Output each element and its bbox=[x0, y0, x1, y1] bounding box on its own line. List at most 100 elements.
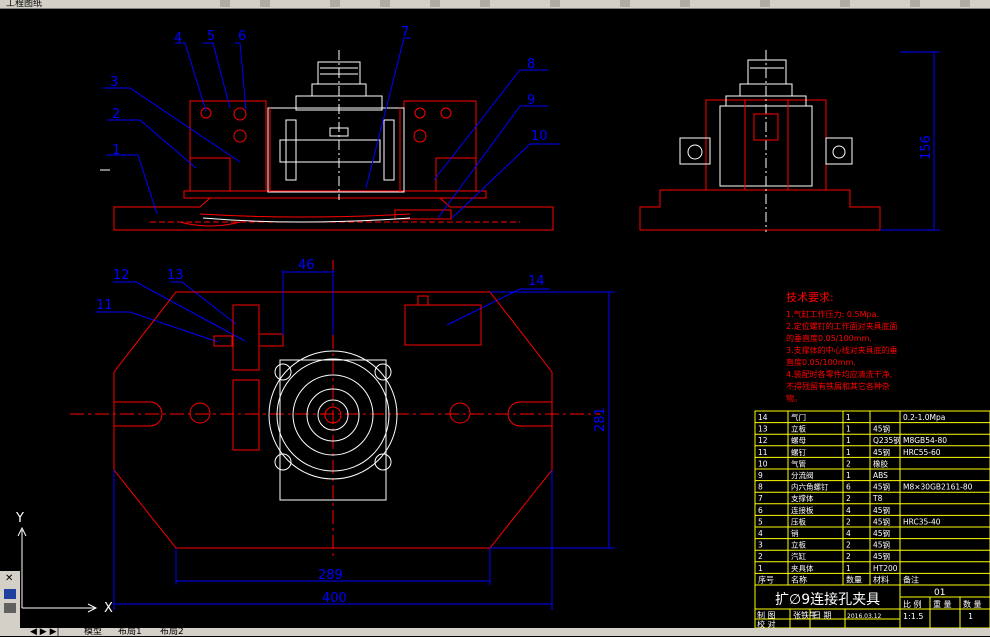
bom-cell: 45钢 bbox=[873, 424, 890, 434]
bom-cell: 4 bbox=[846, 529, 851, 538]
bom-cell: HRC35-40 bbox=[903, 517, 941, 526]
bom-header: 数量 bbox=[846, 574, 862, 584]
bom-cell: 6 bbox=[846, 483, 851, 492]
tech-line: 直度0.05/100mm. bbox=[786, 357, 856, 367]
qty-label: 数 量 bbox=[963, 599, 982, 609]
bom-cell: 1 bbox=[846, 471, 851, 480]
tech-line: 1.气缸工作压力: 0.5Mpa. bbox=[786, 309, 879, 319]
toolbar-button[interactable] bbox=[960, 0, 970, 7]
bom-cell: 分流阀 bbox=[791, 470, 814, 480]
bom-cell: 2 bbox=[758, 552, 763, 561]
tech-line: 3.支撑体的中心线对夹具底的垂 bbox=[786, 345, 898, 355]
callout-2: 2 bbox=[112, 107, 120, 122]
bom-cell: 2 bbox=[846, 459, 851, 468]
bom-cell: 45钢 bbox=[873, 505, 890, 515]
toolbar-button[interactable] bbox=[380, 0, 390, 7]
floating-toolbar[interactable]: ✕ bbox=[0, 571, 20, 628]
ucs-icon: Y X bbox=[15, 511, 113, 616]
callout-13: 13 bbox=[167, 268, 184, 283]
tool-icon[interactable] bbox=[4, 603, 16, 613]
bom-cell: 9 bbox=[758, 471, 763, 480]
title-block-text: 扩∅9连接孔夹具 01 比 例 重 量 数 量 1:1.5 1 制 图 张铁牛 … bbox=[757, 588, 982, 628]
toolbar-button[interactable] bbox=[550, 0, 560, 7]
callout-6: 6 bbox=[238, 29, 246, 44]
bom-cell: 内六角螺钉 bbox=[791, 482, 829, 492]
bom-cell: 45钢 bbox=[873, 551, 890, 561]
tech-line: 的垂直度0.05/100mm. bbox=[786, 333, 872, 343]
callout-14: 14 bbox=[528, 274, 545, 289]
bom-cell: 2 bbox=[846, 541, 851, 550]
bom-cell: 连接板 bbox=[791, 505, 814, 515]
bom-cell: 橡胶 bbox=[873, 458, 888, 468]
scale-value: 1:1.5 bbox=[903, 612, 924, 621]
bom-header: 名称 bbox=[791, 574, 807, 584]
bom-cell: 13 bbox=[758, 425, 768, 434]
drawing-name: 扩∅9连接孔夹具 bbox=[775, 591, 880, 608]
cad-toolbar: 工程图纸 bbox=[0, 0, 990, 9]
callout-7: 7 bbox=[401, 25, 409, 40]
bom-cell: 立板 bbox=[791, 540, 806, 550]
toolbar-button[interactable] bbox=[480, 0, 490, 7]
bom-cell: HT200 bbox=[873, 564, 898, 573]
dim-400: 400 bbox=[322, 591, 347, 606]
bom-cell: ABS bbox=[873, 471, 888, 480]
toolbar-button[interactable] bbox=[840, 0, 850, 7]
bom-cell: 11 bbox=[758, 448, 768, 457]
callout-4: 4 bbox=[174, 31, 182, 46]
tech-requirements: 技术要求: 1.气缸工作压力: 0.5Mpa. 2.定位螺钉的工作面对夹具底面 … bbox=[786, 291, 898, 403]
bom-cell: 夹具体 bbox=[791, 563, 814, 573]
bom-cell: 45钢 bbox=[873, 447, 890, 457]
bom-cell: Q235钢 bbox=[873, 435, 901, 445]
bom-cell: 1 bbox=[846, 413, 851, 422]
callout-1: 1 bbox=[112, 143, 120, 158]
tab-nav-arrows[interactable]: ◀ ▶ ▶| bbox=[30, 628, 60, 637]
bom-cell: 45钢 bbox=[873, 540, 890, 550]
bom-cell: 压板 bbox=[791, 516, 806, 526]
callout-8: 8 bbox=[527, 57, 535, 72]
bom-cell: 2 bbox=[846, 552, 851, 561]
toolbar-button[interactable] bbox=[260, 0, 270, 7]
layout-tabs: ◀ ▶ ▶| 模型 布局1 布局2 bbox=[0, 628, 990, 637]
bom-cell: 6 bbox=[758, 506, 763, 515]
bom-cell: 1 bbox=[846, 448, 851, 457]
tab-layout1[interactable]: 布局1 bbox=[118, 628, 142, 637]
side-view: 156 bbox=[639, 50, 940, 232]
date-label: 日 期 bbox=[813, 611, 832, 620]
bom-cell: 1 bbox=[758, 564, 763, 573]
bom-cell: 1 bbox=[846, 425, 851, 434]
bom-cell: 1 bbox=[846, 564, 851, 573]
toolbar-button[interactable] bbox=[220, 0, 230, 7]
bom-cell: 气门 bbox=[791, 412, 806, 422]
toolbar-button[interactable] bbox=[680, 0, 690, 7]
toolbar-button[interactable] bbox=[760, 0, 770, 7]
bom-cell: 4 bbox=[758, 529, 763, 538]
tech-line: 物。 bbox=[786, 393, 802, 403]
toolbar-button[interactable] bbox=[620, 0, 630, 7]
drawing-canvas[interactable]: 1 2 3 4 5 6 7 8 9 10 11 12 13 14 156 46 … bbox=[0, 9, 990, 628]
toolbar-button[interactable] bbox=[330, 0, 340, 7]
bom-cell: 1 bbox=[846, 436, 851, 445]
bom-cell: 12 bbox=[758, 436, 768, 445]
toolbar-button[interactable] bbox=[430, 0, 440, 7]
toolbar-button[interactable] bbox=[910, 0, 920, 7]
bom-cell: M8×30GB2161-80 bbox=[903, 483, 973, 492]
bom-header: 材料 bbox=[873, 574, 889, 584]
app-title: 工程图纸 bbox=[6, 0, 43, 9]
bom-cell: 4 bbox=[846, 506, 851, 515]
bom-cell: 销 bbox=[791, 528, 799, 538]
bom-header: 序号 bbox=[758, 574, 774, 584]
bom-cell: 3 bbox=[758, 541, 763, 550]
bom-cell: 汽缸 bbox=[791, 551, 806, 561]
top-view: 46 281 289 400 bbox=[70, 258, 615, 610]
tab-model[interactable]: 模型 bbox=[84, 628, 102, 637]
draw-label: 制 图 bbox=[757, 610, 776, 620]
bom-cell: 7 bbox=[758, 494, 763, 503]
scale-label: 比 例 bbox=[903, 599, 922, 609]
tab-layout2[interactable]: 布局2 bbox=[160, 628, 184, 637]
tech-line: 不得残留有铁屑和其它各种杂 bbox=[786, 381, 890, 391]
bom-cell: 2 bbox=[846, 517, 851, 526]
drawing-code: 01 bbox=[934, 588, 945, 598]
close-icon[interactable]: ✕ bbox=[5, 573, 13, 584]
tool-icon[interactable] bbox=[4, 589, 16, 599]
check-label: 校 对 bbox=[757, 619, 776, 628]
